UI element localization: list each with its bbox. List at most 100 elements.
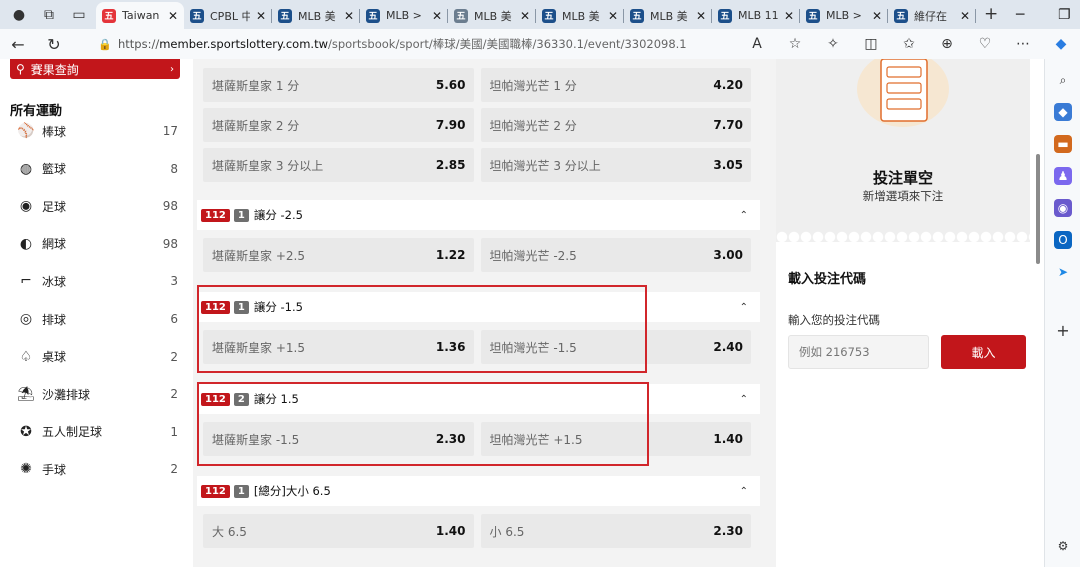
- market-header-handicap-1-5[interactable]: 112 2 讓分 1.5 ⌃: [197, 384, 760, 414]
- odds-value: 3.05: [713, 158, 743, 172]
- url-field[interactable]: 🔒 https://member.sportslottery.com.tw/sp…: [92, 32, 812, 56]
- restore-icon[interactable]: ❐: [1042, 7, 1080, 23]
- collections-icon[interactable]: ⧉: [36, 2, 62, 28]
- refresh-icon[interactable]: ↻: [36, 35, 72, 54]
- tab-favicon-icon: 五: [102, 8, 116, 23]
- selection-label: 坦帕灣光芒 -1.5: [489, 340, 577, 355]
- odds-cell-home[interactable]: 堪薩斯皇家 2 分 7.90: [203, 108, 474, 142]
- collapse-caret-icon[interactable]: ⌃: [740, 302, 748, 313]
- odds-row: 大 6.5 1.40 小 6.5 2.30: [203, 514, 751, 548]
- browser-tab[interactable]: 五 MLB 美 ✕: [448, 2, 536, 29]
- lock-icon[interactable]: 🔒: [98, 38, 118, 51]
- browser-essentials-icon[interactable]: ♡: [966, 36, 1004, 52]
- odds-cell-home[interactable]: 堪薩斯皇家 +1.5 1.36: [203, 330, 474, 364]
- bet-code-input[interactable]: [788, 335, 929, 369]
- odds-cell-away[interactable]: 坦帕灣光芒 +1.5 1.40: [480, 422, 751, 456]
- tab-close-icon[interactable]: ✕: [784, 9, 794, 23]
- market-header-handicap-minus-1-5[interactable]: 112 1 讓分 -1.5 ⌃: [197, 292, 760, 322]
- tab-actions-icon[interactable]: ▭: [66, 2, 92, 28]
- browser-tab[interactable]: 五 MLB > ✕: [360, 2, 448, 29]
- sport-count: 6: [170, 312, 178, 326]
- collapse-caret-icon[interactable]: ⌃: [740, 394, 748, 405]
- market-header-handicap-minus-2-5[interactable]: 112 1 讓分 -2.5 ⌃: [197, 200, 760, 230]
- sport-item[interactable]: ⚾ 棒球 17: [17, 121, 178, 141]
- market-header-total-over-under[interactable]: 112 1 [總分]大小 6.5 ⌃: [197, 476, 760, 506]
- odds-cell-home[interactable]: 堪薩斯皇家 -1.5 2.30: [203, 422, 474, 456]
- browser-tab[interactable]: 五 MLB 美 ✕: [272, 2, 360, 29]
- browser-tab[interactable]: 五維仔在 ✕: [888, 2, 976, 29]
- sport-name: 五人制足球: [42, 425, 103, 440]
- browser-tab[interactable]: 五 CPBL 中 ✕: [184, 2, 272, 29]
- load-bet-code-button[interactable]: 載入: [941, 335, 1026, 369]
- browser-tab[interactable]: 五 MLB 11 ✕: [712, 2, 800, 29]
- browser-tab[interactable]: 五 MLB > ✕: [800, 2, 888, 29]
- tab-close-icon[interactable]: ✕: [256, 9, 266, 23]
- sport-item[interactable]: ◉ 足球 98: [18, 196, 178, 216]
- telegram-icon[interactable]: ➤: [1054, 263, 1072, 281]
- odds-cell-away[interactable]: 坦帕灣光芒 1 分 4.20: [480, 68, 751, 102]
- new-tab-button[interactable]: +: [984, 2, 998, 29]
- tab-separator: [975, 9, 976, 23]
- profile-icon[interactable]: ●: [6, 2, 32, 28]
- browser-tab[interactable]: 五 Taiwan ✕: [96, 2, 184, 29]
- tab-close-icon[interactable]: ✕: [520, 9, 530, 23]
- tools-icon[interactable]: ▬: [1054, 135, 1072, 153]
- odds-cell-home[interactable]: 堪薩斯皇家 1 分 5.60: [203, 68, 474, 102]
- shopping-icon[interactable]: ◆: [1054, 103, 1072, 121]
- browser-tab[interactable]: 五 MLB 美 ✕: [536, 2, 624, 29]
- sport-item[interactable]: ⛱ 沙灘排球 2: [17, 384, 178, 404]
- odds-value: 1.22: [435, 248, 466, 262]
- sport-item[interactable]: ♤ 桌球 2: [18, 347, 178, 367]
- odds-value: 1.40: [435, 524, 466, 538]
- read-aloud-icon[interactable]: A: [738, 36, 776, 52]
- minimize-icon[interactable]: ─: [998, 7, 1042, 23]
- tab-close-icon[interactable]: ✕: [168, 9, 178, 23]
- add-sidebar-app-icon[interactable]: +: [1054, 321, 1072, 340]
- browser-tab[interactable]: 五 MLB 美 ✕: [624, 2, 712, 29]
- odds-cell-under[interactable]: 小 6.5 2.30: [480, 514, 751, 548]
- odds-cell-away[interactable]: 坦帕灣光芒 -1.5 2.40: [480, 330, 751, 364]
- tab-close-icon[interactable]: ✕: [608, 9, 618, 23]
- tab-close-icon[interactable]: ✕: [696, 9, 706, 23]
- odds-cell-over[interactable]: 大 6.5 1.40: [203, 514, 474, 548]
- selection-label: 堪薩斯皇家 3 分以上: [212, 158, 324, 173]
- collections-icon[interactable]: ⊕: [928, 36, 966, 52]
- tab-close-icon[interactable]: ✕: [960, 9, 970, 23]
- more-menu-icon[interactable]: ⋯: [1004, 36, 1042, 52]
- odds-cell-home[interactable]: 堪薩斯皇家 +2.5 1.22: [203, 238, 474, 272]
- sport-item[interactable]: ◎ 排球 6: [18, 309, 178, 329]
- favorites-icon[interactable]: ✩: [890, 36, 928, 52]
- sport-item[interactable]: ✺ 手球 2: [18, 459, 178, 479]
- search-results-button[interactable]: ⚲ 賽果查詢 ›: [10, 59, 180, 79]
- sidebar-settings-icon[interactable]: ⚙: [1054, 537, 1072, 555]
- extensions-icon[interactable]: ✧: [814, 36, 852, 52]
- sport-item[interactable]: ◐ 網球 98: [18, 234, 178, 254]
- sport-item[interactable]: ◍ 籃球 8: [18, 159, 178, 179]
- copilot-sidebar-icon[interactable]: ◉: [1054, 199, 1072, 217]
- odds-cell-away[interactable]: 坦帕灣光芒 -2.5 3.00: [480, 238, 751, 272]
- page-scrollbar[interactable]: [1036, 154, 1040, 264]
- sport-item[interactable]: ⌐ 冰球 3: [18, 271, 178, 291]
- games-icon[interactable]: ♟: [1054, 167, 1072, 185]
- tab-favicon-icon: 五: [630, 8, 644, 23]
- tab-close-icon[interactable]: ✕: [344, 9, 354, 23]
- search-icon[interactable]: ⌕: [1054, 71, 1072, 89]
- split-screen-icon[interactable]: ◫: [852, 36, 890, 52]
- back-icon[interactable]: ←: [0, 35, 36, 54]
- odds-cell-away[interactable]: 坦帕灣光芒 3 分以上 3.05: [480, 148, 751, 182]
- sport-item[interactable]: ✪ 五人制足球 1: [18, 422, 178, 442]
- favorite-star-icon[interactable]: ☆: [776, 36, 814, 52]
- outlook-icon[interactable]: O: [1054, 231, 1072, 249]
- odds-cell-away[interactable]: 坦帕灣光芒 2 分 7.70: [480, 108, 751, 142]
- sport-name: 足球: [42, 199, 67, 214]
- collapse-caret-icon[interactable]: ⌃: [740, 210, 748, 221]
- tab-close-icon[interactable]: ✕: [432, 9, 442, 23]
- market-title: 讓分 1.5: [253, 392, 299, 406]
- tab-close-icon[interactable]: ✕: [872, 9, 882, 23]
- odds-cell-home[interactable]: 堪薩斯皇家 3 分以上 2.85: [203, 148, 474, 182]
- market-title: [總分]大小 6.5: [253, 484, 331, 498]
- collapse-caret-icon[interactable]: ⌃: [740, 486, 748, 497]
- selection-label: 堪薩斯皇家 2 分: [212, 118, 300, 133]
- markets-panel: 堪薩斯皇家 1 分 5.60 坦帕灣光芒 1 分 4.20 堪薩斯皇家 2 分 7.9…: [193, 59, 767, 567]
- copilot-icon[interactable]: ◆: [1042, 36, 1080, 52]
